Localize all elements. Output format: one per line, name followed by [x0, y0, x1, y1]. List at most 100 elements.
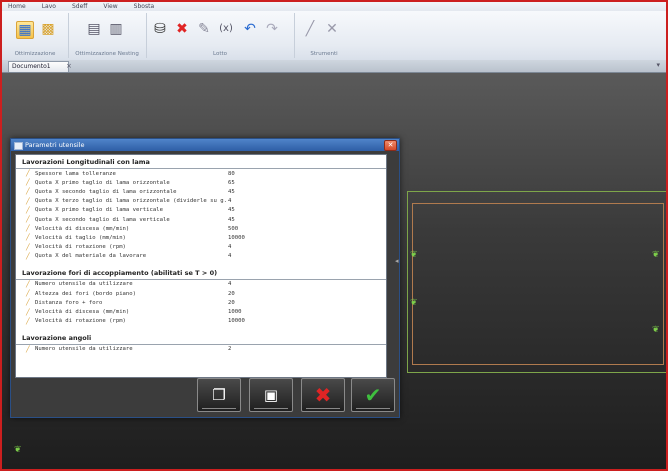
- nesting-alt-button[interactable]: ▥: [108, 21, 124, 37]
- parameters-list[interactable]: Lavorazioni Longitudinali con lama ╱ Spess…: [15, 154, 387, 378]
- calculate-button[interactable]: (x): [218, 21, 234, 37]
- parameter-name: Velocità di discesa (mm/min): [35, 309, 130, 316]
- menu-item-lavo[interactable]: Lavo: [42, 3, 56, 10]
- section-heading: Lavorazione angoli: [16, 331, 386, 345]
- window-icon: [14, 142, 23, 150]
- parameter-row[interactable]: ╱ Velocità di taglio (mm/min) 10000: [16, 233, 386, 242]
- parameter-value[interactable]: 500: [228, 226, 288, 232]
- marker-icon: ❦: [410, 250, 418, 260]
- database-button[interactable]: ⛁: [152, 21, 168, 37]
- parameter-value[interactable]: 20: [228, 291, 288, 297]
- ribbon: ▦ ▩ Ottimizzazione ▤ ▥ Ottimizzazione Ne…: [2, 11, 666, 61]
- parameter-row[interactable]: ╱ Quota X primo taglio di lama orizzontal…: [16, 178, 386, 187]
- parameter-row[interactable]: ╱ Quota X del materiale da lavorare 4: [16, 252, 386, 261]
- undo-button[interactable]: ↶: [242, 21, 258, 37]
- parameter-row[interactable]: ╱ Numero utensile da utilizzare 4: [16, 280, 386, 289]
- parameter-value[interactable]: 4: [228, 198, 288, 204]
- parameter-row[interactable]: ╱ Quota X secondo taglio di lama orizzont…: [16, 187, 386, 196]
- parameter-row[interactable]: ╱ Distanza foro + foro 20: [16, 298, 386, 307]
- pencil-icon: ╱: [26, 197, 30, 205]
- grid-icon: ▦: [18, 22, 32, 38]
- pin-icon[interactable]: ▾: [656, 61, 660, 69]
- redo-icon: ↷: [266, 21, 278, 37]
- line-tool-button[interactable]: ╱: [302, 21, 318, 37]
- close-icon[interactable]: ✕: [384, 140, 397, 151]
- optimize-button[interactable]: ▦: [16, 21, 34, 39]
- delete-icon: ✖: [176, 21, 188, 37]
- tab-documento1[interactable]: Documento1: [8, 61, 69, 72]
- parameter-value[interactable]: 45: [228, 207, 288, 213]
- pencil-icon: ╱: [26, 290, 30, 298]
- parameter-row[interactable]: ╱ Velocità di discesa (mm/min) 500: [16, 224, 386, 233]
- parameter-row[interactable]: ╱ Quota X primo taglio di lama verticale 4…: [16, 206, 386, 215]
- parameter-value[interactable]: 20: [228, 300, 288, 306]
- parameter-name: Quota X primo taglio di lama verticale: [35, 207, 163, 214]
- pencil-icon: ╱: [26, 170, 30, 178]
- parameters-dialog: Parametri utensile ✕ Lavorazioni Longitu…: [10, 138, 400, 418]
- parameter-value[interactable]: 65: [228, 180, 288, 186]
- parameter-value[interactable]: 45: [228, 217, 288, 223]
- clear-tool-button[interactable]: ✕: [324, 21, 340, 37]
- confirm-button[interactable]: ✔: [351, 378, 395, 412]
- parameter-value[interactable]: 1000: [228, 309, 288, 315]
- cancel-icon: ✖: [314, 383, 332, 407]
- ribbon-group-ottimizzazione: ▦ ▩ Ottimizzazione: [2, 13, 69, 58]
- ribbon-group-nesting: ▤ ▥ Ottimizzazione Nesting: [68, 13, 147, 58]
- menu-item-sdeff[interactable]: Sdeff: [72, 3, 87, 10]
- clear-tool-icon: ✕: [326, 21, 338, 37]
- parameter-value[interactable]: 10000: [228, 318, 288, 324]
- pencil-icon: ╱: [26, 252, 30, 260]
- open-button[interactable]: ❐: [197, 378, 241, 412]
- dialog-titlebar[interactable]: Parametri utensile ✕: [11, 139, 399, 151]
- parameter-name: Altezza dei fori (bordo piano): [35, 290, 137, 297]
- delete-button[interactable]: ✖: [174, 21, 190, 37]
- marker-icon: ❦: [410, 298, 418, 308]
- parameter-row[interactable]: ╱ Velocità di rotazione (rpm) 10000: [16, 317, 386, 326]
- layout-icon: ▩: [41, 21, 55, 37]
- ribbon-group-label: Lotto: [212, 51, 227, 57]
- parameter-name: Velocità di discesa (mm/min): [35, 225, 130, 232]
- redo-button[interactable]: ↷: [264, 21, 280, 37]
- parameter-row[interactable]: ╱ Quota X terzo taglio di lama orizzontal…: [16, 197, 386, 206]
- pencil-icon: ╱: [26, 280, 30, 288]
- parameter-value[interactable]: 4: [228, 281, 288, 287]
- cancel-button[interactable]: ✖: [301, 378, 345, 412]
- parameter-value[interactable]: 10000: [228, 235, 288, 241]
- pencil-icon: ╱: [26, 308, 30, 316]
- parameter-name: Quota X secondo taglio di lama orizzonta…: [35, 188, 177, 195]
- splitter-handle-icon[interactable]: ◂: [395, 257, 399, 267]
- parameter-row[interactable]: ╱ Velocità di discesa (mm/min) 1000: [16, 307, 386, 316]
- parameter-value[interactable]: 2: [228, 346, 288, 352]
- save-icon: ▣: [263, 386, 279, 404]
- edit-button[interactable]: ✎: [196, 21, 212, 37]
- menu-item-view[interactable]: View: [103, 3, 117, 10]
- pencil-icon: ╱: [26, 299, 30, 307]
- parameter-name: Velocità di rotazione (rpm): [35, 318, 126, 325]
- database-icon: ⛁: [154, 21, 166, 37]
- parameter-value[interactable]: 80: [228, 171, 288, 177]
- nesting-icon: ▤: [87, 21, 101, 37]
- open-icon: ❐: [212, 386, 226, 404]
- nesting-button[interactable]: ▤: [86, 21, 102, 37]
- optimize-alt-button[interactable]: ▩: [40, 21, 56, 37]
- pencil-icon: ╱: [26, 317, 30, 325]
- parameter-value[interactable]: 45: [228, 189, 288, 195]
- pencil-icon: ╱: [26, 345, 30, 353]
- parameter-value[interactable]: 4: [228, 244, 288, 250]
- calculate-icon: (x): [219, 23, 233, 34]
- menu-bar: Home Lavo Sdeff View Sbosta: [2, 2, 666, 11]
- close-tab-icon[interactable]: ×: [66, 62, 72, 70]
- parameter-value[interactable]: 4: [228, 253, 288, 259]
- parameter-row[interactable]: ╱ Quota X secondo taglio di lama vertical…: [16, 215, 386, 224]
- parameter-name: Quota X secondo taglio di lama verticale: [35, 216, 170, 223]
- menu-item-sbosta[interactable]: Sbosta: [134, 3, 154, 10]
- parameter-row[interactable]: ╱ Spessore lama tolleranze 80: [16, 169, 386, 178]
- save-button[interactable]: ▣: [249, 378, 293, 412]
- parameter-row[interactable]: ╱ Velocità di rotazione (rpm) 4: [16, 243, 386, 252]
- parameter-row[interactable]: ╱ Altezza dei fori (bordo piano) 20: [16, 289, 386, 298]
- pencil-icon: ╱: [26, 234, 30, 242]
- menu-item-home[interactable]: Home: [8, 3, 26, 10]
- parameter-name: Spessore lama tolleranze: [35, 170, 116, 177]
- ribbon-group-label: Ottimizzazione: [14, 51, 56, 57]
- parameter-row[interactable]: ╱ Numero utensile da utilizzare 2: [16, 345, 386, 354]
